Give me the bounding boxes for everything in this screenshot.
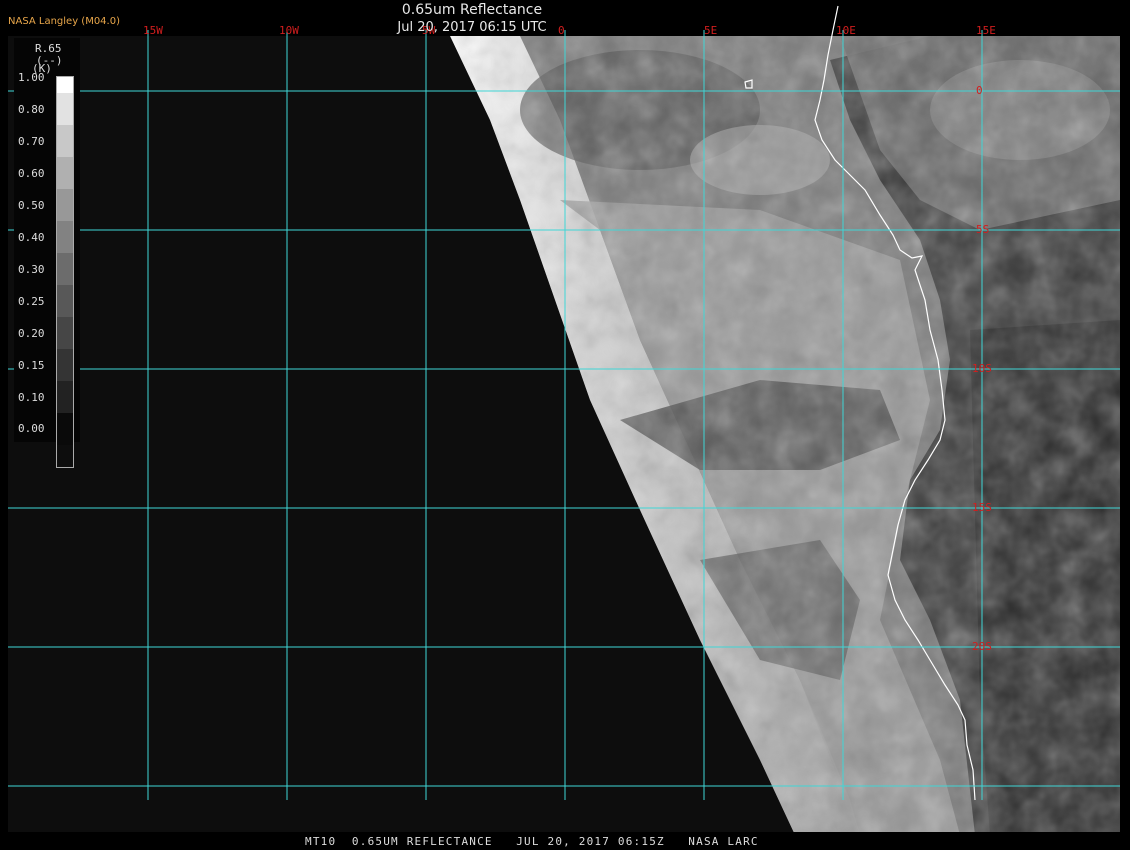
lat-label-15s: 15S	[972, 501, 992, 514]
lat-label-5s: 5S	[976, 223, 989, 236]
legend-tick: 0.15	[18, 359, 45, 372]
lat-label-10s: 10S	[972, 362, 992, 375]
satellite-map: 15W 10W 5W 0 5E 10E 15E 0 5S 10S 15S 20S	[8, 5, 1120, 835]
image-title: 0.65um Reflectance	[401, 2, 543, 18]
footer-bar: MT10 0.65UM REFLECTANCE JUL 20, 2017 06:…	[0, 832, 1130, 850]
lat-label-20s: 20S	[972, 640, 992, 653]
lon-label-15e: 15E	[976, 24, 996, 37]
legend-tick: 0.70	[18, 135, 45, 148]
legend-color-bar	[56, 76, 74, 468]
legend-tick: 0.00	[18, 422, 45, 435]
legend-tick: 0.30	[18, 263, 45, 276]
legend-tick: 0.10	[18, 391, 45, 404]
legend-tick: 0.20	[18, 327, 45, 340]
legend-tick: 0.60	[18, 167, 45, 180]
image-timestamp: Jul 20, 2017 06:15 UTC	[397, 20, 547, 35]
lat-label-0: 0	[976, 84, 983, 97]
satellite-image-viewer: 15W 10W 5W 0 5E 10E 15E 0 5S 10S 15S 20S…	[0, 0, 1130, 850]
footer-caption: MT10 0.65UM REFLECTANCE JUL 20, 2017 06:…	[305, 835, 759, 848]
legend-tick: 1.00	[18, 71, 45, 84]
color-scale-legend: R.65 (--) (K) 1.00 0.80 0.70 0.60 0.50 0…	[14, 38, 80, 468]
legend-tick: 0.25	[18, 295, 45, 308]
legend-tick: 0.40	[18, 231, 45, 244]
legend-tick: 0.80	[18, 103, 45, 116]
legend-tick: 0.50	[18, 199, 45, 212]
